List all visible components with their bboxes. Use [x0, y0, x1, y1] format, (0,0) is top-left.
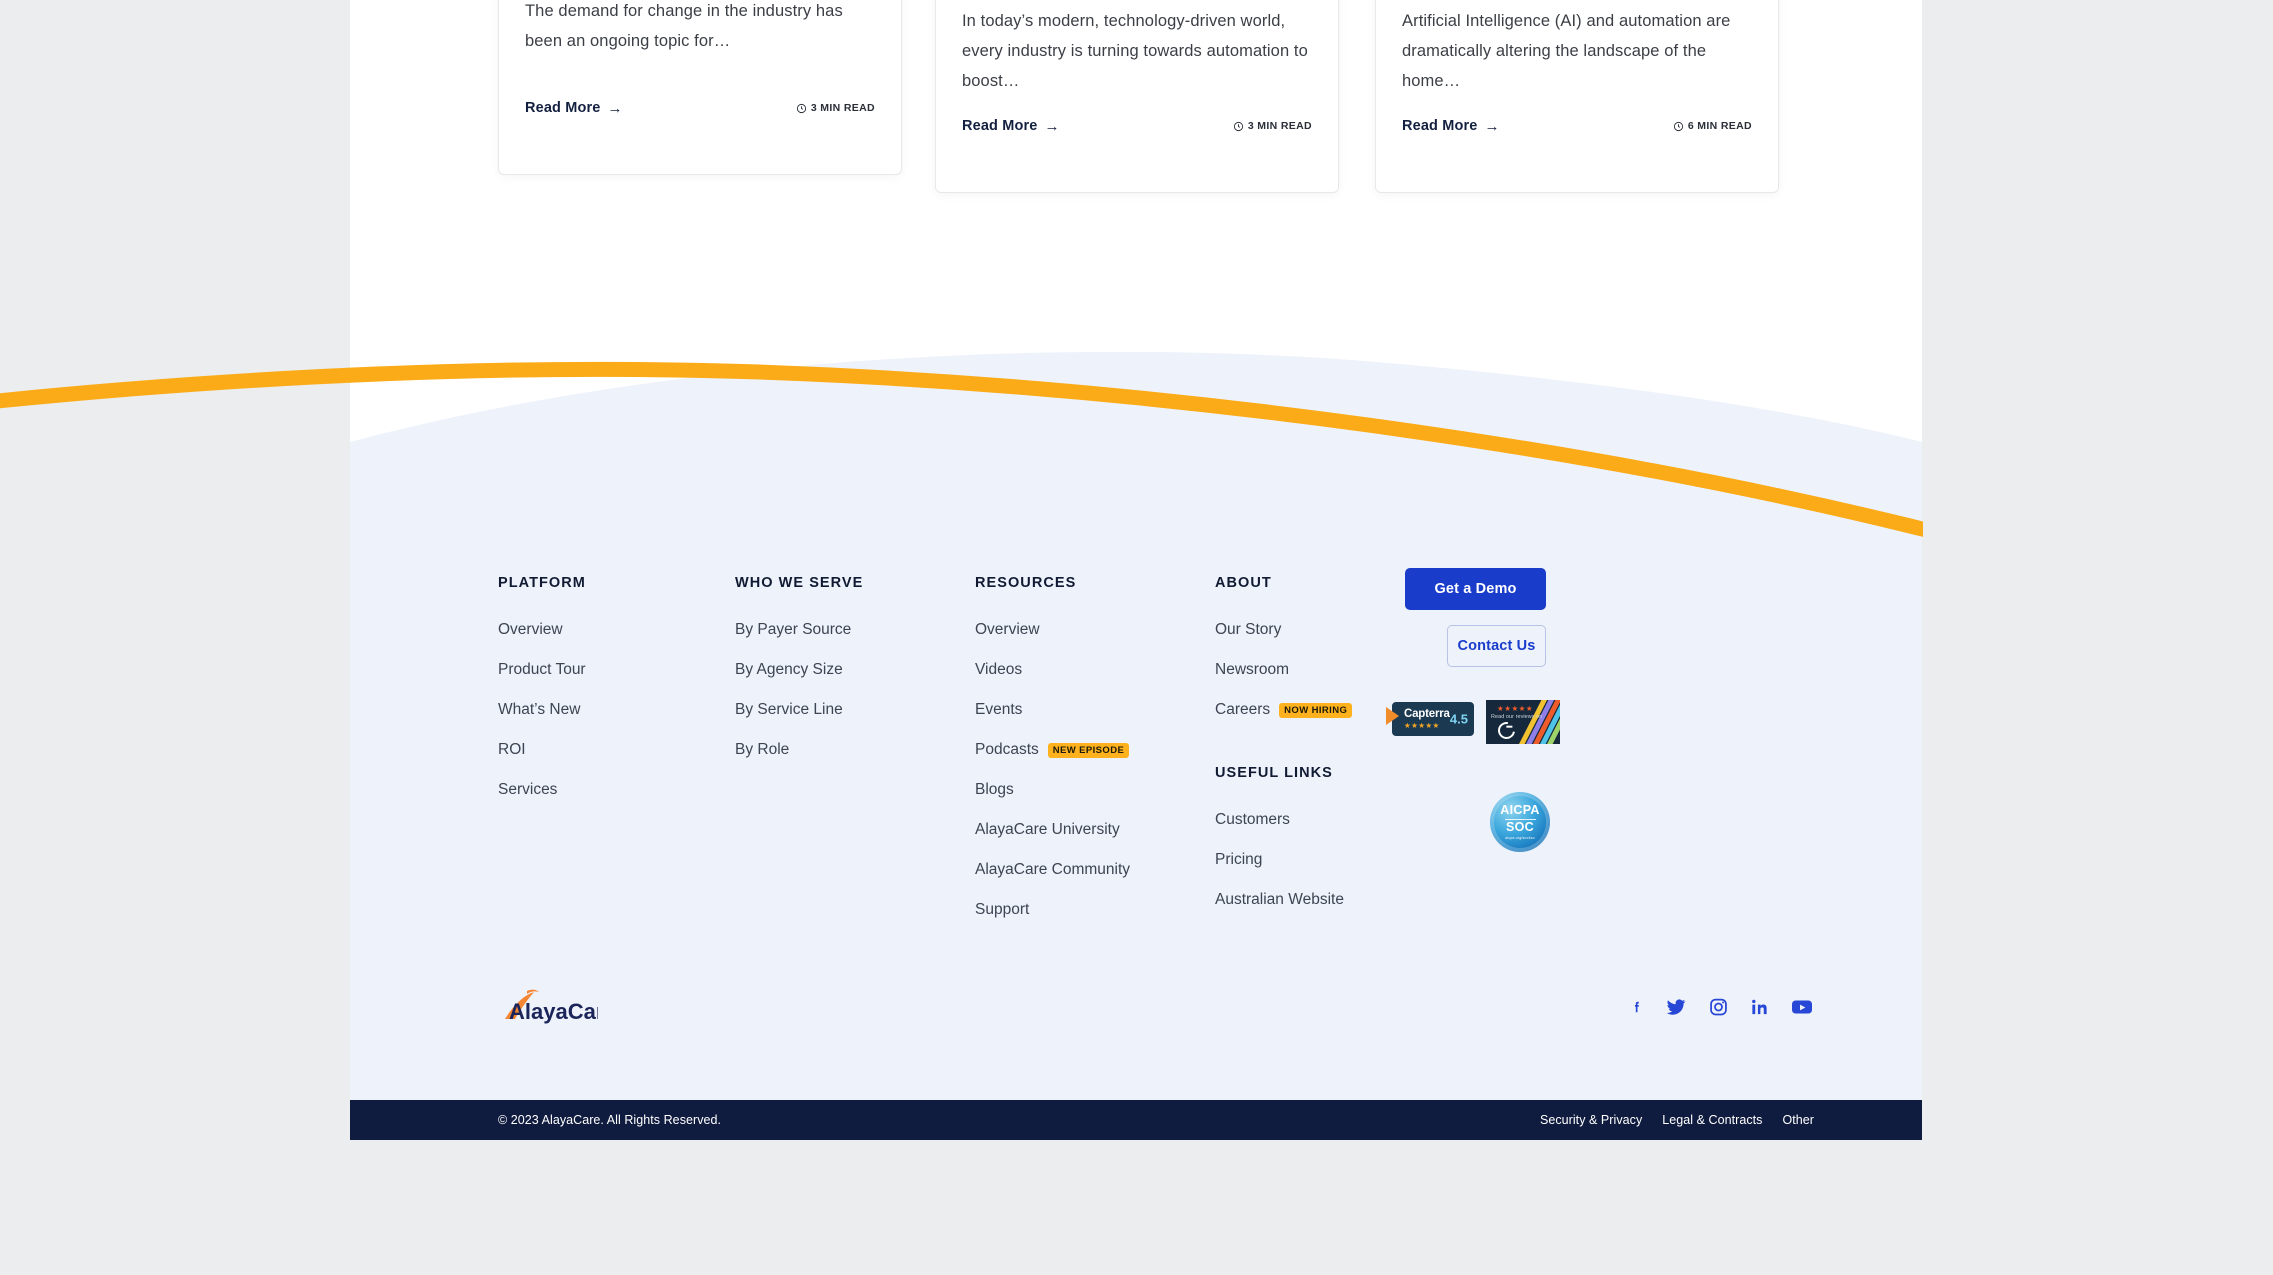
footer-content-layer: PLATFORM Overview Product Tour What’s Ne…: [350, 0, 1922, 1140]
footer-link-by-role[interactable]: By Role: [735, 740, 863, 760]
footer-link-blogs[interactable]: Blogs: [975, 780, 1130, 800]
footer-column-platform: PLATFORM Overview Product Tour What’s Ne…: [498, 575, 586, 800]
footer-link-support[interactable]: Support: [975, 900, 1130, 920]
get-a-demo-button[interactable]: Get a Demo: [1405, 568, 1546, 610]
svg-text:AlayaCare: AlayaCare: [509, 999, 598, 1024]
footer-heading-resources: RESOURCES: [975, 575, 1077, 591]
aicpa-soc-badge[interactable]: AICPA SOC aicpa.org/soc4so: [1490, 792, 1550, 852]
footer-link-by-payer-source[interactable]: By Payer Source: [735, 620, 863, 640]
g2-stars: ★★★★★: [1497, 704, 1534, 713]
contact-us-button[interactable]: Contact Us: [1447, 625, 1546, 667]
footer-heading-platform: PLATFORM: [498, 575, 586, 591]
alayacare-logo-icon: AlayaCare: [505, 989, 617, 1024]
footer-link-by-service-line[interactable]: By Service Line: [735, 700, 863, 720]
footer-bottom-bar: © 2023 AlayaCare. All Rights Reserved. S…: [350, 1100, 1922, 1140]
capterra-score: 4.5: [1449, 711, 1468, 727]
footer-link-alayacare-university[interactable]: AlayaCare University: [975, 820, 1130, 840]
footer-link-newsroom[interactable]: Newsroom: [1215, 660, 1352, 680]
alayacare-logo[interactable]: AlayaCare: [498, 988, 617, 1028]
aicpa-subtext: aicpa.org/soc4so: [1505, 835, 1535, 840]
legal-link-legal-contracts[interactable]: Legal & Contracts: [1662, 1113, 1762, 1127]
footer-link-alayacare-community[interactable]: AlayaCare Community: [975, 860, 1130, 880]
footer-heading-about: ABOUT: [1215, 575, 1272, 591]
instagram-icon[interactable]: [1708, 995, 1729, 1019]
g2-logo-icon: [1494, 718, 1519, 743]
footer-link-podcasts-row: Podcasts NEW EPISODE: [975, 740, 1130, 760]
g2-badge[interactable]: ★★★★★ Read our reviews on: [1486, 700, 1560, 744]
footer-link-services[interactable]: Services: [498, 780, 586, 800]
capterra-stars: ★★★★★: [1404, 721, 1440, 730]
footer-cta-group: Get a Demo Contact Us: [1405, 568, 1695, 667]
footer-link-australian-website[interactable]: Australian Website: [1215, 890, 1344, 910]
footer-link-overview[interactable]: Overview: [498, 620, 586, 640]
copyright-text: © 2023 AlayaCare. All Rights Reserved.: [498, 1113, 722, 1127]
trust-badges: Capterra ★★★★★ 4.5 ★★★★★ Read our review…: [1386, 700, 1560, 852]
footer-link-whats-new[interactable]: What’s New: [498, 700, 586, 720]
legal-link-security-privacy[interactable]: Security & Privacy: [1540, 1113, 1642, 1127]
footer-column-about: ABOUT Our Story Newsroom Careers NOW HIR…: [1215, 575, 1353, 740]
legal-links: Security & Privacy Legal & Contracts Oth…: [1540, 1113, 1814, 1127]
footer-column-useful-links: USEFUL LINKS Customers Pricing Australia…: [1215, 765, 1344, 910]
footer-link-podcasts[interactable]: Podcasts: [975, 740, 1039, 760]
footer-link-events[interactable]: Events: [975, 700, 1130, 720]
footer-link-resources-overview[interactable]: Overview: [975, 620, 1130, 640]
footer-heading-useful-links: USEFUL LINKS: [1215, 765, 1333, 781]
footer-column-resources: RESOURCES Overview Videos Events Podcast…: [975, 575, 1130, 920]
social-links: [1630, 995, 1814, 1019]
g2-review-text: Read our reviews on: [1491, 714, 1543, 720]
aicpa-line2: SOC: [1506, 820, 1534, 835]
footer-link-product-tour[interactable]: Product Tour: [498, 660, 586, 680]
page-root: The demand for change in the industry ha…: [0, 0, 2273, 1275]
footer-link-videos[interactable]: Videos: [975, 660, 1130, 680]
facebook-icon[interactable]: [1630, 995, 1644, 1019]
footer-link-careers[interactable]: Careers: [1215, 700, 1270, 720]
footer-link-roi[interactable]: ROI: [498, 740, 586, 760]
footer-link-our-story[interactable]: Our Story: [1215, 620, 1352, 640]
youtube-icon[interactable]: [1790, 995, 1814, 1019]
footer-heading-who-we-serve: WHO WE SERVE: [735, 575, 864, 591]
capterra-flag-icon: [1386, 707, 1399, 725]
capterra-name: Capterra: [1404, 707, 1450, 720]
legal-link-other[interactable]: Other: [1782, 1113, 1814, 1127]
now-hiring-badge: NOW HIRING: [1279, 702, 1353, 718]
new-episode-badge: NEW EPISODE: [1047, 742, 1130, 758]
twitter-icon[interactable]: [1665, 995, 1687, 1019]
footer-link-customers[interactable]: Customers: [1215, 810, 1344, 830]
aicpa-line1: AICPA: [1500, 803, 1540, 818]
capterra-badge[interactable]: Capterra ★★★★★ 4.5: [1386, 700, 1476, 738]
footer-link-careers-row: Careers NOW HIRING: [1215, 700, 1353, 720]
footer-link-pricing[interactable]: Pricing: [1215, 850, 1344, 870]
footer-link-by-agency-size[interactable]: By Agency Size: [735, 660, 863, 680]
footer-column-who-we-serve: WHO WE SERVE By Payer Source By Agency S…: [735, 575, 863, 760]
linkedin-icon[interactable]: [1750, 995, 1769, 1019]
